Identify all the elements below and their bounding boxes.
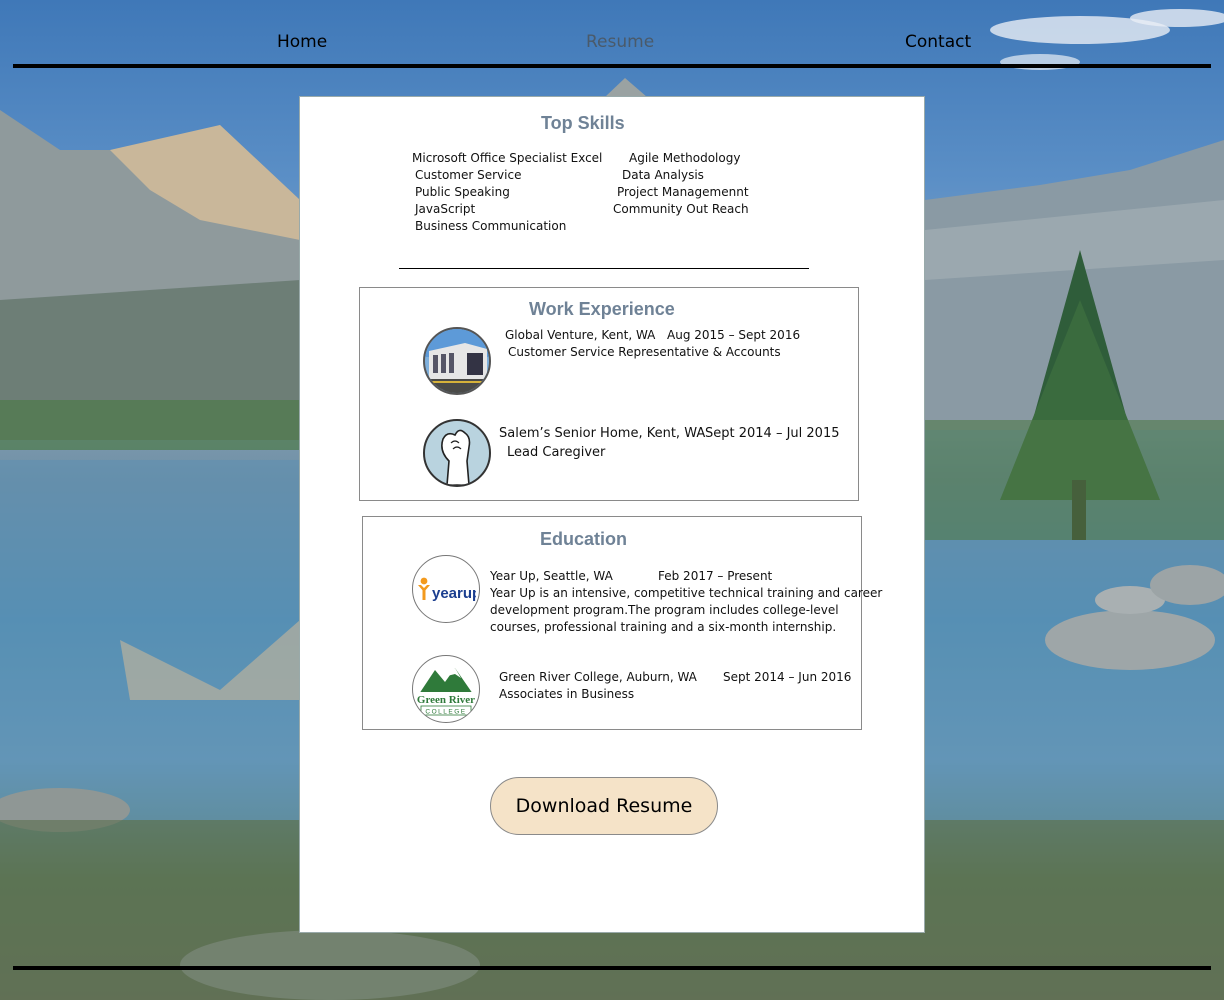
- school-name: Year Up, Seattle, WA: [490, 569, 613, 583]
- header-divider: [13, 64, 1211, 68]
- school-description: development program.The program includes…: [490, 603, 839, 617]
- nav-home-link[interactable]: Home: [277, 32, 327, 52]
- top-skills-heading: Top Skills: [541, 113, 625, 133]
- office-building-icon: [423, 327, 491, 395]
- job-dates: Aug 2015 – Sept 2016: [667, 328, 801, 342]
- nav-contact-link[interactable]: Contact: [905, 32, 971, 52]
- job-employer: Salem’s Senior Home, Kent, WA: [499, 426, 706, 441]
- school-dates: Sept 2014 – Jun 2016: [723, 670, 852, 684]
- skill-item: Agile Methodology: [629, 151, 741, 165]
- work-experience-section: Work Experience Global Venture, Kent, WA…: [359, 287, 859, 501]
- skill-item: Community Out Reach: [613, 202, 749, 216]
- school-description: courses, professional training and a six…: [490, 620, 837, 634]
- download-resume-button[interactable]: Download Resume: [490, 777, 718, 835]
- job-role: Customer Service Representative & Accoun…: [508, 345, 781, 359]
- school-dates: Feb 2017 – Present: [658, 569, 773, 583]
- skill-item: Project Managemennt: [617, 185, 749, 199]
- job-role: Lead Caregiver: [507, 445, 606, 460]
- skill-item: JavaScript: [415, 202, 476, 216]
- education-heading: Education: [540, 529, 628, 549]
- nav-resume-link[interactable]: Resume: [586, 32, 654, 52]
- school-description: Associates in Business: [499, 687, 635, 701]
- skill-item: Microsoft Office Specialist Excel: [412, 151, 603, 165]
- school-description: Year Up is an intensive, competitive tec…: [490, 586, 883, 600]
- caring-hand-icon: [423, 419, 491, 487]
- footer-divider: [13, 966, 1211, 970]
- job-dates: Sept 2014 – Jul 2015: [705, 426, 840, 441]
- yearup-logo: yearup: [412, 555, 480, 623]
- skill-item: Business Communication: [415, 219, 567, 233]
- school-name: Green River College, Auburn, WA: [499, 670, 697, 684]
- skill-item: Public Speaking: [415, 185, 510, 199]
- yearup-logo-text: yearup: [432, 585, 476, 602]
- top-nav: Home Resume Contact: [0, 0, 1224, 68]
- education-section: Education yearup Year Up, Seattle, WA Fe…: [362, 516, 882, 730]
- job-employer: Global Venture, Kent, WA: [505, 328, 656, 342]
- skill-item: Customer Service: [415, 168, 522, 182]
- skill-item: Data Analysis: [622, 168, 704, 182]
- work-experience-heading: Work Experience: [529, 299, 675, 319]
- section-divider: [399, 268, 809, 269]
- green-river-logo-text: Green River: [417, 694, 475, 706]
- green-river-college-logo: Green River COLLEGE: [412, 655, 480, 723]
- resume-card: Top Skills Microsoft Office Specialist E…: [299, 96, 925, 933]
- green-river-logo-subtext: COLLEGE: [425, 709, 466, 716]
